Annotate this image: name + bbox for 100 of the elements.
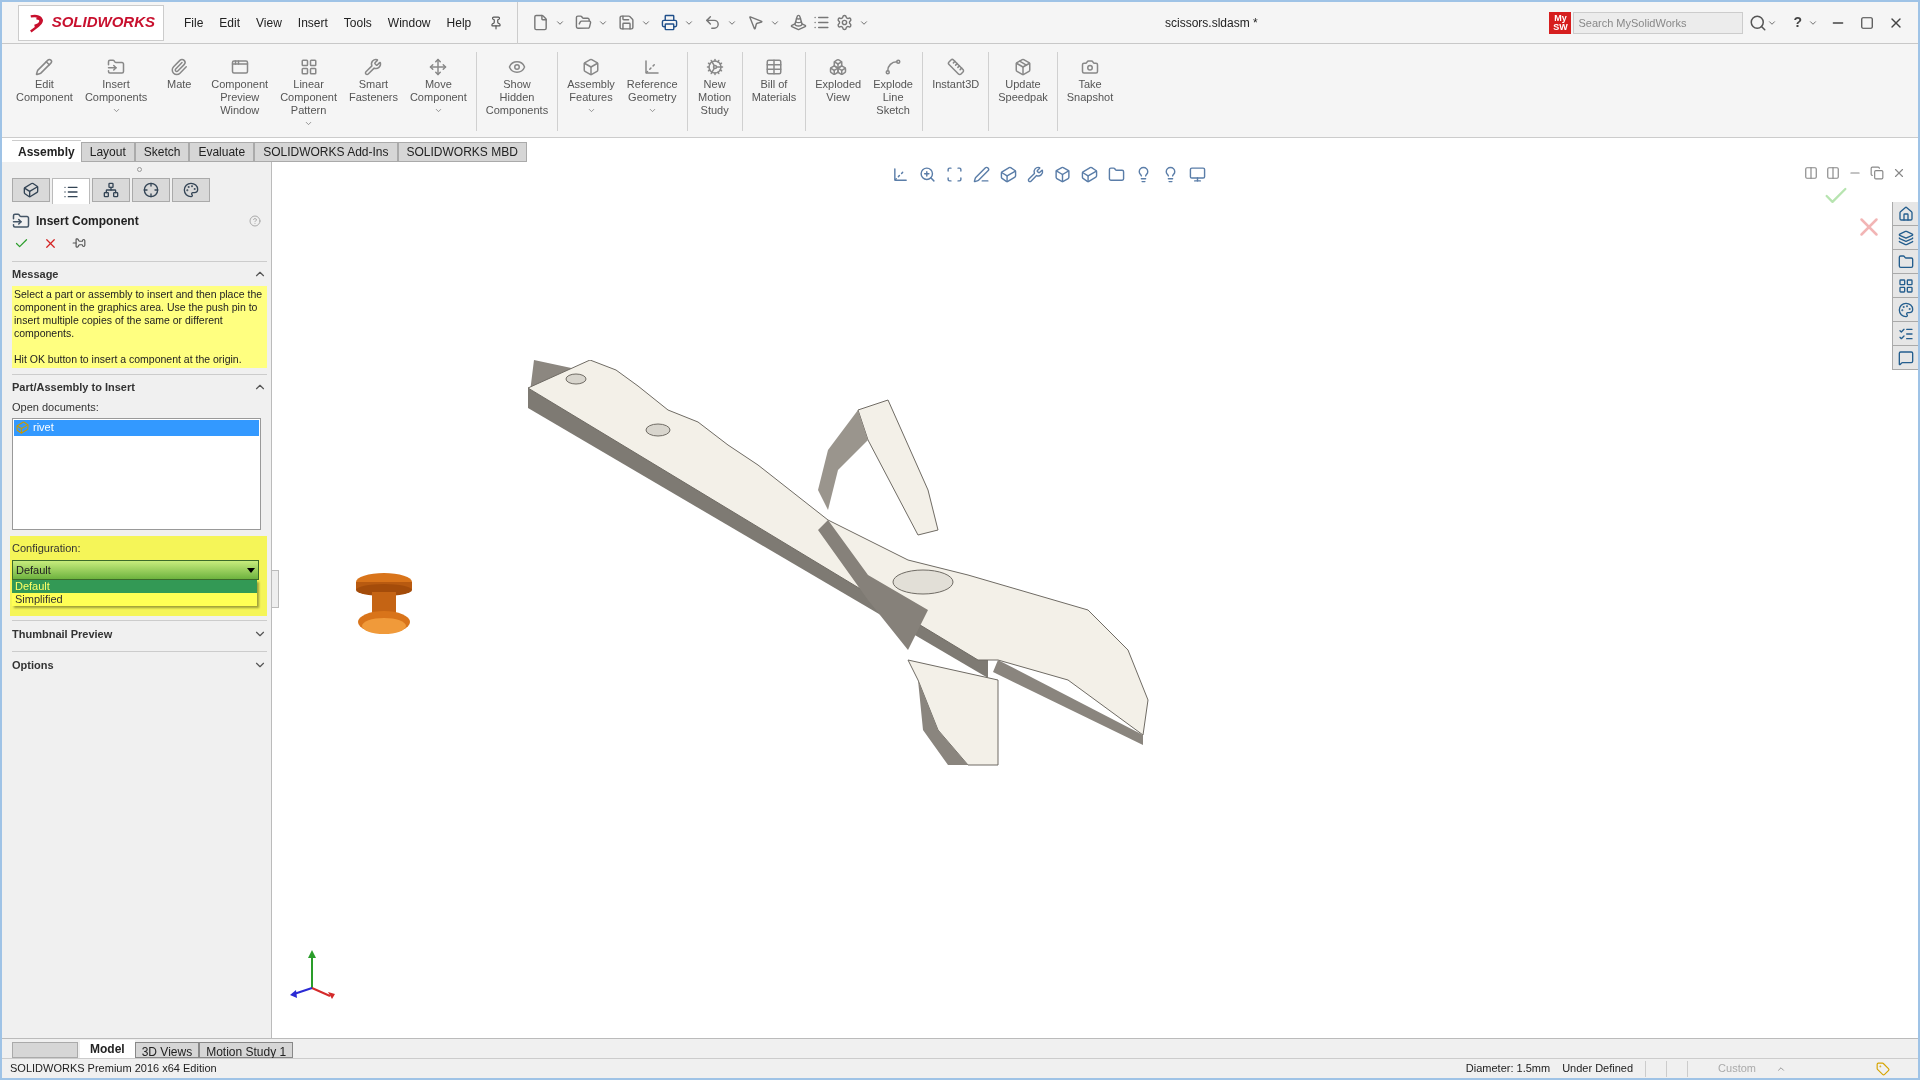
model-tab[interactable]: 3D Views xyxy=(134,1042,200,1058)
wrench-icon[interactable] xyxy=(1027,166,1044,183)
ribbon-button[interactable]: New Motion Study xyxy=(686,52,739,131)
ribbon-button[interactable]: Explode Line Sketch xyxy=(867,52,920,131)
ribbon-button[interactable]: Update Speedpak xyxy=(988,52,1054,131)
monitor-icon[interactable] xyxy=(1189,166,1206,183)
axis-icon[interactable] xyxy=(892,166,909,183)
open-folder-icon[interactable] xyxy=(575,14,593,31)
cube-icon[interactable] xyxy=(1000,166,1017,183)
menu-item[interactable]: File xyxy=(184,13,204,32)
status-text: Under Defined xyxy=(1562,1061,1634,1077)
menu-item[interactable]: View xyxy=(256,13,282,32)
push-pin-icon[interactable] xyxy=(72,236,86,250)
field-label: Configuration: xyxy=(12,540,82,556)
folder-icon[interactable] xyxy=(1108,166,1125,183)
search-field[interactable]: Search MySolidWorks xyxy=(1573,11,1744,34)
table-icon xyxy=(764,58,783,76)
restore-icon[interactable] xyxy=(1870,166,1884,180)
ribbon-button[interactable]: Show Hidden Components xyxy=(475,52,555,131)
ribbon-button[interactable]: Move Component xyxy=(403,52,473,131)
rivet-drawing xyxy=(354,572,414,636)
ruler-icon xyxy=(946,58,965,76)
caret-icon xyxy=(111,106,121,115)
pin-icon[interactable] xyxy=(489,15,504,30)
app-logo: SOLIDWORKS xyxy=(18,4,164,41)
wrench-icon xyxy=(364,58,383,76)
ribbon-button[interactable]: Assembly Features xyxy=(557,52,621,131)
part-icon xyxy=(16,421,29,434)
panel-tab[interactable] xyxy=(12,178,50,202)
ribbon-tab[interactable]: SOLIDWORKS Add-Ins xyxy=(254,142,398,162)
axis-icon xyxy=(643,58,662,76)
ribbon-button[interactable]: Edit Component xyxy=(10,52,79,131)
tree-icon xyxy=(103,182,119,198)
ribbon-button[interactable]: Take Snapshot xyxy=(1056,52,1120,131)
search-icon[interactable] xyxy=(1749,13,1768,32)
chat-icon xyxy=(1897,349,1914,366)
window-title: scissors.sldasm * xyxy=(1165,14,1258,32)
ribbon-tab[interactable]: Evaluate xyxy=(189,142,255,162)
configuration-dropdown[interactable]: Default xyxy=(12,560,259,580)
help-button[interactable]: ? xyxy=(1793,12,1802,33)
ribbon-tab[interactable]: Sketch xyxy=(134,142,190,162)
menu-item[interactable]: Window xyxy=(387,13,431,32)
ribbon-button[interactable]: Bill of Materials xyxy=(741,52,803,131)
printer-icon[interactable] xyxy=(661,14,679,31)
pen-icon[interactable] xyxy=(973,166,990,183)
settings-icon[interactable] xyxy=(836,14,854,31)
folder-icon xyxy=(107,58,126,76)
message-text: Hit OK button to insert a component at the origin. xyxy=(14,353,243,366)
menu-item[interactable]: Tools xyxy=(343,13,372,32)
ribbon-button[interactable]: Instant3D xyxy=(922,52,986,131)
ribbon-button[interactable]: Exploded View xyxy=(805,52,868,131)
move-icon xyxy=(429,58,448,76)
package-icon xyxy=(1014,58,1032,76)
ribbon-tab[interactable]: SOLIDWORKS MBD xyxy=(397,142,527,162)
ribbon-tab[interactable]: Layout xyxy=(80,142,135,162)
caret-icon xyxy=(304,119,314,128)
grid-icon xyxy=(1897,277,1914,294)
panel-tab[interactable] xyxy=(92,178,130,202)
pointer-icon[interactable] xyxy=(747,14,765,31)
dropdown-option[interactable]: Simplified xyxy=(12,593,257,606)
cube-icon[interactable] xyxy=(1081,166,1098,183)
ribbon-button[interactable]: Insert Components xyxy=(78,52,154,131)
zoom-icon[interactable] xyxy=(919,166,936,183)
zoom-area-icon[interactable] xyxy=(946,166,963,183)
menu-item[interactable]: Help xyxy=(446,13,472,32)
model-tab[interactable]: Model xyxy=(80,1040,135,1058)
list-icon[interactable] xyxy=(813,14,831,31)
section-title: Part/Assembly to Insert xyxy=(12,379,136,395)
ribbon-button[interactable]: Mate xyxy=(153,52,206,131)
panel-title: Insert Component xyxy=(36,213,140,230)
panel-collapse-handle[interactable] xyxy=(271,570,279,608)
ribbon-tab[interactable]: Assembly xyxy=(12,140,81,162)
model-tab[interactable]: Motion Study 1 xyxy=(199,1042,294,1058)
panel-tab[interactable] xyxy=(132,178,170,202)
maximize-icon[interactable] xyxy=(1860,15,1874,30)
eye-icon xyxy=(508,58,526,76)
save-icon[interactable] xyxy=(618,14,636,31)
box-icon[interactable] xyxy=(1054,166,1071,183)
new-file-icon[interactable] xyxy=(532,14,550,31)
pencil-icon xyxy=(35,58,54,76)
ribbon-button[interactable]: Linear Component Pattern xyxy=(274,52,343,131)
palette-icon xyxy=(1897,301,1914,318)
ribbon-button[interactable]: Reference Geometry xyxy=(620,52,684,131)
panel-tab[interactable] xyxy=(52,178,90,204)
status-text: SOLIDWORKS Premium 2016 x64 Edition xyxy=(10,1061,218,1077)
spline-icon xyxy=(884,58,903,76)
section-title: Options xyxy=(12,657,55,673)
message-text: Select a part or assembly to insert and then place the component in the graphics area. Use the push pin to insert multiple copies of the same or different components. xyxy=(14,288,264,340)
panel-tab[interactable] xyxy=(172,178,210,202)
undo-icon[interactable] xyxy=(704,14,722,31)
cancel-icon[interactable] xyxy=(43,236,58,251)
split-view-icon[interactable] xyxy=(1804,166,1818,180)
menu-item[interactable]: Edit xyxy=(219,13,241,32)
cone-icon[interactable] xyxy=(790,14,808,31)
menu-item[interactable]: Insert xyxy=(297,13,328,32)
ribbon-button[interactable]: Smart Fasteners xyxy=(343,52,404,131)
ribbon-button[interactable]: Component Preview Window xyxy=(205,52,275,131)
split-view-icon[interactable] xyxy=(1826,166,1840,180)
section-title: Message xyxy=(12,266,60,282)
caret-icon xyxy=(586,106,596,115)
